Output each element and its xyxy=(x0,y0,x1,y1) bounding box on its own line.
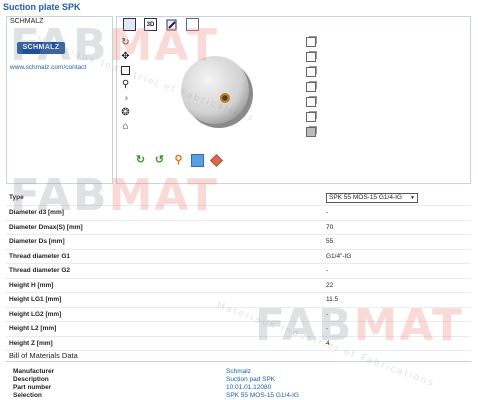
property-label: Thread diameter G2 xyxy=(9,267,71,275)
table-row: Height H [mm] 22 xyxy=(6,279,471,293)
bom-value[interactable]: SPK 55 MOS-15 G1/4-IG xyxy=(226,392,299,399)
viewer-actions: ↻ ↺ ⚲ xyxy=(134,154,223,167)
bom-row: Selection SPK 55 MOS-15 G1/4-IG xyxy=(6,391,471,399)
wheel-icon[interactable]: ❂ xyxy=(120,107,131,118)
page-icon[interactable] xyxy=(186,18,199,31)
lighting-icon[interactable]: ◑ xyxy=(120,93,131,104)
view-toolbar: 3D xyxy=(123,18,199,32)
refresh-icon[interactable]: ↻ xyxy=(134,154,147,167)
monitor-icon[interactable] xyxy=(123,18,136,31)
box-icon[interactable] xyxy=(121,66,130,75)
property-value: - xyxy=(326,310,329,318)
page-title: Suction plate SPK xyxy=(3,2,81,12)
property-label: Height LG1 [mm] xyxy=(9,296,62,304)
type-label: Type xyxy=(9,194,24,201)
property-value: 22 xyxy=(326,281,334,289)
brand-url-link[interactable]: www.schmalz.com/contact xyxy=(10,64,86,71)
type-select-value: SPK 55 MOS-15 G1/4-IG xyxy=(329,194,402,201)
bom-table: Manufacturer Schmalz Description Suction p… xyxy=(6,367,471,399)
refresh-alt-icon[interactable]: ↺ xyxy=(153,154,166,167)
bom-value[interactable]: 10.01.01.12080 xyxy=(226,384,271,391)
bom-label: Selection xyxy=(13,391,42,399)
property-value: G1/4"-IG xyxy=(326,252,352,260)
bom-label: Part number xyxy=(13,383,52,391)
view-iso-icon[interactable] xyxy=(306,127,316,137)
table-row: Height LG2 [mm] - xyxy=(6,308,471,322)
chevron-down-icon: ▼ xyxy=(410,194,415,201)
bom-value[interactable]: Suction pad SPK xyxy=(226,376,275,383)
view-right-icon[interactable] xyxy=(306,82,316,92)
home-icon[interactable]: ⌂ xyxy=(120,121,131,132)
screen-icon[interactable] xyxy=(191,154,204,167)
view-presets xyxy=(306,37,316,137)
view-front-icon[interactable] xyxy=(306,37,316,47)
zoom-fit-icon[interactable]: ⚲ xyxy=(172,154,185,167)
bom-label: Description xyxy=(13,375,49,383)
pan-icon[interactable]: ✥ xyxy=(120,51,131,62)
property-value: 55 xyxy=(326,238,334,246)
view-left-icon[interactable] xyxy=(306,67,316,77)
property-label: Diameter d3 [mm] xyxy=(9,209,64,217)
property-label: Diameter Ds [mm] xyxy=(9,238,65,246)
property-label: Height L2 [mm] xyxy=(9,325,57,333)
property-value: - xyxy=(326,209,329,217)
view-top-icon[interactable] xyxy=(306,97,316,107)
type-select[interactable]: SPK 55 MOS-15 G1/4-IG ▼ xyxy=(326,192,418,203)
table-row: Thread diameter G2 - xyxy=(6,264,471,279)
table-row: Height LG1 [mm] 11.5 xyxy=(6,293,471,308)
bom-row: Description Suction pad SPK xyxy=(6,375,471,383)
brand-panel: SCHMALZ SCHMALZ www.schmalz.com/contact xyxy=(6,16,113,184)
bom-value[interactable]: Schmalz xyxy=(226,368,251,375)
property-value: - xyxy=(326,267,329,275)
suction-plate-model[interactable] xyxy=(177,52,257,134)
table-row: Diameter Ds [mm] 55 xyxy=(6,235,471,250)
property-label: Height Z [mm] xyxy=(9,339,53,347)
rotate-icon[interactable]: ↻ xyxy=(120,37,131,48)
table-row: Diameter Dmax(S) [mm] 70 xyxy=(6,221,471,235)
view-bottom-icon[interactable] xyxy=(306,112,316,122)
brand-name: SCHMALZ xyxy=(10,18,44,25)
bom-label: Manufacturer xyxy=(13,367,55,375)
cad-viewer[interactable]: 3D ↻ ✥ ⚲ ◑ ❂ ⌂ ↻ ↺ ⚲ xyxy=(116,16,471,184)
properties-table: Type SPK 55 MOS-15 G1/4-IG ▼ Diameter d3… xyxy=(6,190,471,351)
bom-row: Part number 10.01.01.12080 xyxy=(6,383,471,391)
brand-logo-text: SCHMALZ xyxy=(22,44,60,51)
zoom-icon[interactable]: ⚲ xyxy=(120,79,131,90)
table-row: Thread diameter G1 G1/4"-IG xyxy=(6,250,471,264)
property-value: 11.5 xyxy=(326,296,339,304)
property-label: Height H [mm] xyxy=(9,281,54,289)
property-value: - xyxy=(326,325,329,333)
view-back-icon[interactable] xyxy=(306,52,316,62)
property-label: Diameter Dmax(S) [mm] xyxy=(9,223,83,231)
table-row: Diameter d3 [mm] - xyxy=(6,206,471,221)
property-value: 4 xyxy=(326,339,330,347)
property-value: 70 xyxy=(326,223,334,231)
table-row: Height L2 [mm] - xyxy=(6,322,471,337)
bom-row: Manufacturer Schmalz xyxy=(6,367,471,375)
draw-icon[interactable] xyxy=(165,18,178,31)
3d-icon[interactable]: 3D xyxy=(144,18,157,31)
property-label: Height LG2 [mm] xyxy=(9,310,62,318)
property-label: Thread diameter G1 xyxy=(9,252,71,260)
diamond-icon[interactable] xyxy=(210,154,223,167)
side-tools: ↻ ✥ ⚲ ◑ ❂ ⌂ xyxy=(120,37,131,132)
type-row: Type SPK 55 MOS-15 G1/4-IG ▼ xyxy=(6,190,471,206)
bom-title: Bill of Materials Data xyxy=(6,349,471,362)
brand-logo[interactable]: SCHMALZ xyxy=(17,42,65,54)
